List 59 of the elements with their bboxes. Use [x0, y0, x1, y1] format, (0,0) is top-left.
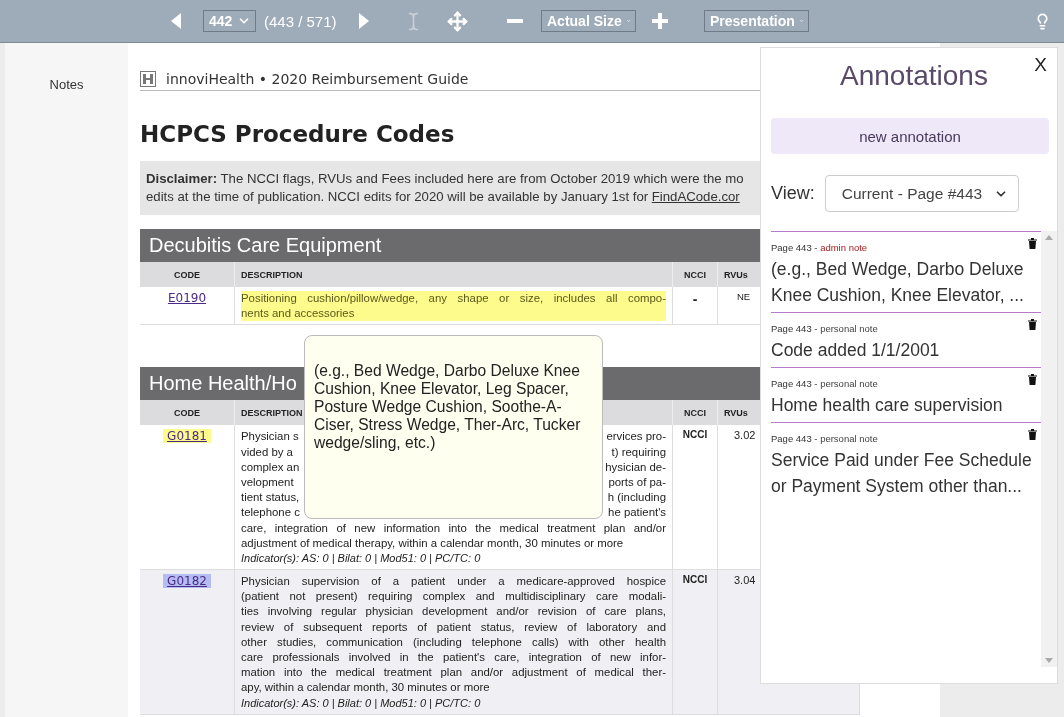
- panel-title: Annotations: [840, 60, 988, 92]
- scrollbar[interactable]: [1041, 231, 1057, 667]
- description-text: he patient's: [608, 505, 666, 521]
- description-text: h (including: [607, 490, 666, 506]
- previous-page-icon[interactable]: [171, 13, 181, 29]
- note-text: Code added 1/1/2001: [771, 339, 941, 362]
- findacode-link[interactable]: FindACode.cor: [651, 189, 740, 204]
- column-header: CODE: [140, 400, 235, 426]
- description-text: hysician de-: [605, 459, 666, 475]
- plus-icon[interactable]: [652, 13, 668, 29]
- column-header: NCCI: [673, 262, 718, 287]
- trash-icon[interactable]: [1028, 319, 1038, 330]
- trash-icon[interactable]: [1028, 374, 1038, 385]
- description-text: care, integration of new information into the medical treatment plan and/or adjustment of medical therapy, within a calendar month, 30 minutes or more: [241, 520, 666, 551]
- note-text: Service Paid under Fee Schedule or Payment System other than...: [771, 449, 1033, 498]
- description-text: complex an: [241, 459, 300, 475]
- code-link[interactable]: G0182: [163, 574, 211, 589]
- trash-icon[interactable]: [1028, 429, 1038, 440]
- description-text: velopment: [241, 475, 294, 490]
- rvus-text: 3.04: [733, 574, 756, 587]
- view-label: View:: [771, 183, 815, 204]
- rvus-text: 3.02: [733, 429, 756, 442]
- page-title: HCPCS Procedure Codes: [140, 121, 455, 147]
- code-link[interactable]: G0181: [163, 429, 211, 444]
- column-header: NCCI: [673, 400, 718, 426]
- description-text: telephone c: [241, 505, 300, 521]
- trash-icon[interactable]: [1028, 238, 1038, 249]
- note-meta: Page 443 - personal note: [771, 433, 878, 444]
- indicators-text: Indicator(s): AS: 0 | Bilat: 0 | Mod51: 0 | PC/TC: 0: [241, 695, 482, 711]
- ncci-text: NCCI: [682, 574, 708, 586]
- description-text: ports of pa-: [608, 475, 666, 490]
- guide-title: innoviHealth • 2020 Reimbursement Guide: [166, 71, 469, 87]
- notes-label: Notes: [49, 77, 84, 93]
- description-text: ervices pro-: [606, 429, 666, 445]
- indicators-text: Indicator(s): AS: 0 | Bilat: 0 | Mod51: 0 | PC/TC: 0: [241, 551, 482, 567]
- rvus-text: NE: [736, 291, 751, 302]
- close-button[interactable]: X: [1034, 54, 1047, 76]
- column-header: DESCRIPTION: [235, 262, 673, 287]
- description-text: tient status,: [241, 490, 300, 506]
- column-header: CODE: [140, 262, 235, 287]
- scroll-down-icon[interactable]: [1045, 658, 1054, 663]
- logo-icon: [140, 71, 156, 87]
- page-count: (443 / 571): [264, 12, 337, 30]
- next-page-icon[interactable]: [358, 13, 369, 29]
- scroll-up-icon[interactable]: [1045, 235, 1054, 240]
- description-text: Positioning cushion/pillow/wedge, any shape or size, includes all compo- nents and accessories: [241, 291, 666, 322]
- ncci-text: NCCI: [682, 429, 708, 441]
- move-icon[interactable]: [447, 10, 468, 32]
- description-text: Physician supervision of a patient under a medicare-approved hospice (patient not present) requiring complex and multidisciplinary care modali- ties involving regular physician development and/or revision of care plans, review of subsequent reports of patient status, review of laboratory and other studies, communication (including telephone calls) with other health care professionals involved in the patient's care, integration of new infor- mation into the medical treatment plan and/or adjustment of medical ther- apy, within a calendar month, 30 minutes or more: [241, 574, 666, 696]
- ncci-text: -: [692, 291, 698, 307]
- view-select[interactable]: Current - Page #443: [824, 175, 1019, 212]
- description-text: t) requiring: [611, 444, 666, 460]
- tooltip: (e.g., Bed Wedge, Darbo Deluxe Knee Cushion, Knee Elevator, Leg Spacer, Posture Wedge Cushion, Soothe-A-Ciser, Stress Wedge, Ther-Arc, Tucker wedge/sling, etc.): [304, 335, 603, 519]
- description-text: Physician s: [241, 429, 299, 445]
- lightbulb-icon[interactable]: [1034, 12, 1051, 30]
- note-meta: Page 443 - personal note: [771, 323, 878, 334]
- description-text: vided by a: [241, 444, 293, 460]
- code-link[interactable]: E0190: [163, 291, 211, 305]
- new-annotation-button[interactable]: new annotation: [771, 118, 1049, 154]
